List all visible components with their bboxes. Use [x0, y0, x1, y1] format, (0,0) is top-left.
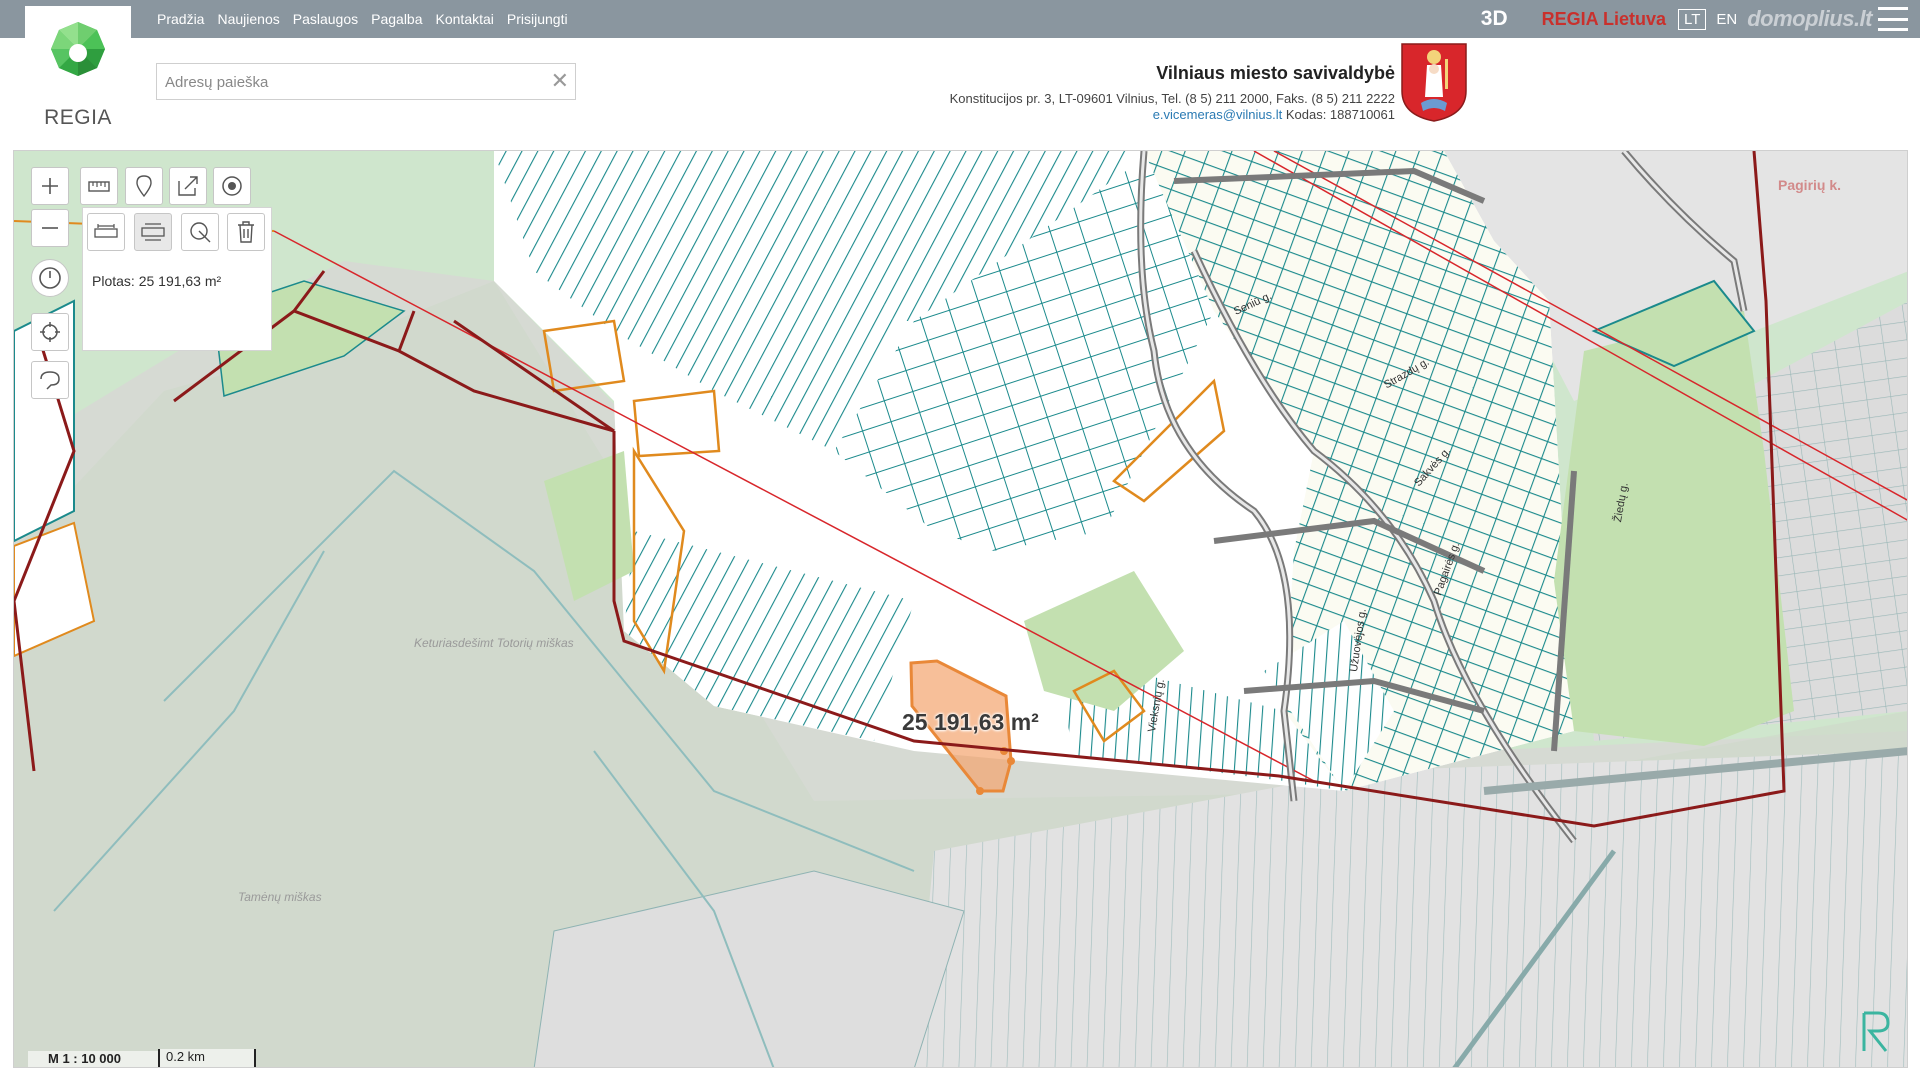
- measure-radius-button[interactable]: [181, 213, 219, 251]
- clock-icon: [39, 267, 61, 289]
- logo-text: REGIA: [44, 106, 112, 129]
- nav-services[interactable]: Paslaugos: [293, 11, 358, 27]
- clear-measure-button[interactable]: [227, 213, 265, 251]
- municipality-info: Vilniaus miesto savivaldybė Konstitucijo…: [950, 63, 1395, 122]
- minus-icon: [42, 227, 58, 229]
- map-pin-icon: [136, 175, 152, 197]
- share-icon: [178, 176, 198, 196]
- 3d-mode-button[interactable]: 3D: [1481, 7, 1508, 31]
- clear-search-icon[interactable]: ✕: [551, 68, 569, 94]
- distance-icon: [94, 224, 118, 238]
- plus-icon: [42, 178, 58, 194]
- lasso-icon: [40, 371, 60, 390]
- place-label: Pagirių k.: [1778, 177, 1842, 193]
- zoom-out-button[interactable]: [31, 209, 69, 247]
- marker-button[interactable]: [125, 167, 163, 205]
- zoom-in-button[interactable]: [31, 167, 69, 205]
- nav-contacts[interactable]: Kontaktai: [436, 11, 494, 27]
- map-canvas[interactable]: [14, 151, 1908, 1068]
- address-search: ✕: [156, 63, 576, 100]
- place-label: Tamėnų miškas: [238, 890, 322, 904]
- ruler-icon: [88, 181, 110, 192]
- vilnius-coat-of-arms-icon: [1401, 43, 1467, 122]
- municipality-contacts: e.vicemeras@vilnius.lt Kodas: 188710061: [950, 107, 1395, 122]
- measure-vertex[interactable]: [976, 787, 984, 795]
- share-button[interactable]: [169, 167, 207, 205]
- nav-home[interactable]: Pradžia: [157, 11, 204, 27]
- area-ruler-icon: [141, 223, 165, 241]
- trash-icon: [238, 221, 254, 243]
- municipality-title: Vilniaus miesto savivaldybė: [1156, 63, 1395, 83]
- history-button[interactable]: [31, 259, 69, 297]
- lasso-button[interactable]: [31, 361, 69, 399]
- main-nav: Pradžia Naujienos Paslaugos Pagalba Kont…: [157, 0, 568, 38]
- municipality-address: Konstitucijos pr. 3, LT-09601 Vilnius, T…: [949, 91, 1395, 106]
- regia-logo[interactable]: REGIA: [25, 6, 131, 136]
- radius-icon: [190, 222, 211, 243]
- hamburger-menu-icon[interactable]: [1878, 7, 1908, 31]
- measure-area-button[interactable]: [134, 213, 172, 251]
- watermark: domoplius.lt: [1747, 6, 1872, 31]
- measure-result: Plotas: 25 191,63 m²: [92, 273, 222, 289]
- map-scale: M 1 : 10 000 0.2 km: [28, 1045, 256, 1067]
- locate-button[interactable]: [31, 313, 69, 351]
- target-button[interactable]: [213, 167, 251, 205]
- municipality-email-link[interactable]: e.vicemeras@vilnius.lt: [1153, 107, 1283, 122]
- regia-lietuva-link[interactable]: REGIA Lietuva: [1542, 9, 1666, 30]
- top-right-controls: 3D REGIA Lietuva LT EN domoplius.lt: [1481, 0, 1920, 38]
- language-en[interactable]: EN: [1716, 11, 1737, 28]
- cadastral-map[interactable]: Keturiasdešimt Totorių miškas Tamėnų miš…: [13, 150, 1908, 1068]
- address-search-input[interactable]: [165, 72, 535, 92]
- measure-ruler-button[interactable]: [80, 167, 118, 205]
- scale-ratio: M 1 : 10 000: [28, 1051, 158, 1067]
- nav-help[interactable]: Pagalba: [371, 11, 422, 27]
- measure-distance-button[interactable]: [87, 213, 125, 251]
- regia-logo-icon: [51, 22, 105, 76]
- measure-vertex[interactable]: [1007, 757, 1015, 765]
- municipality-code: Kodas: 188710061: [1285, 107, 1395, 122]
- crosshair-icon: [40, 322, 60, 342]
- target-icon: [222, 176, 242, 196]
- regia-r-logo-icon: [1862, 1011, 1890, 1052]
- top-nav-bar: Pradžia Naujienos Paslaugos Pagalba Kont…: [0, 0, 1920, 38]
- nav-news[interactable]: Naujienos: [217, 11, 279, 27]
- nav-login[interactable]: Prisijungti: [507, 11, 568, 27]
- scale-distance: 0.2 km: [158, 1049, 256, 1067]
- place-label: Keturiasdešimt Totorių miškas: [414, 636, 574, 650]
- language-lt[interactable]: LT: [1677, 8, 1707, 30]
- measured-area-label: 25 191,63 m²: [902, 709, 1039, 735]
